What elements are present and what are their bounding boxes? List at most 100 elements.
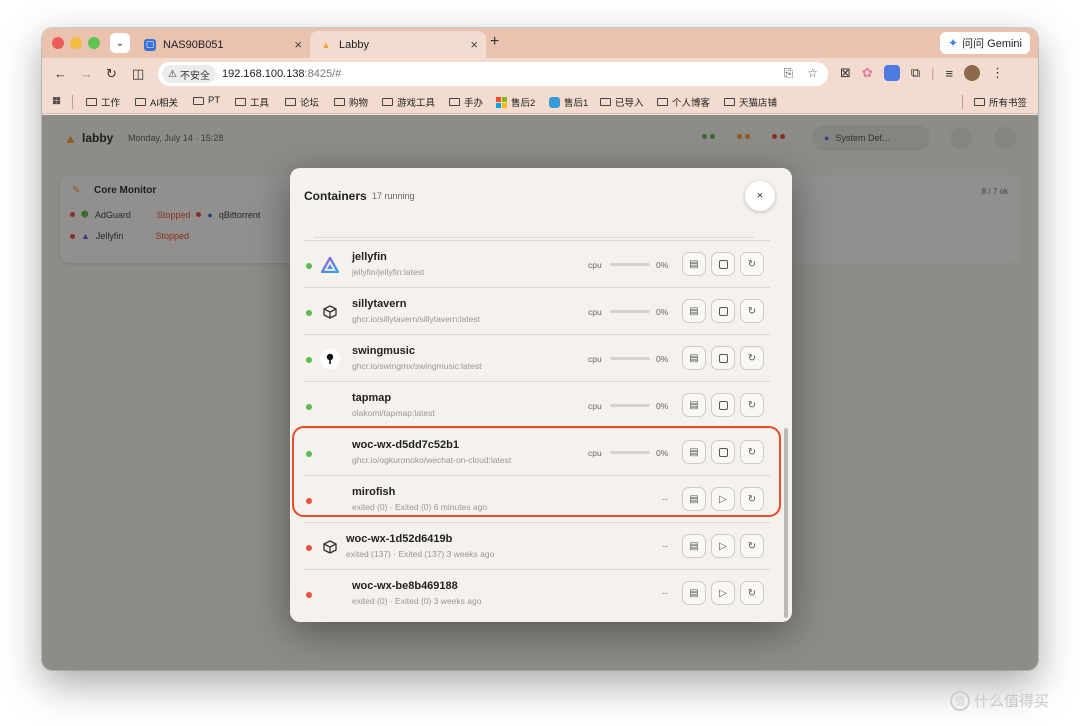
bookmark-folder[interactable]: PT (193, 95, 220, 106)
document-icon: ▤ (689, 540, 699, 552)
bookmark-folder[interactable]: 论坛 (285, 95, 319, 109)
bookmark-label: 手办 (464, 98, 484, 109)
status-dot (306, 545, 312, 551)
extensions-puzzle-icon[interactable]: ⧉ (911, 65, 920, 81)
forward-arrow-icon[interactable]: → (80, 66, 93, 81)
address-bar[interactable]: ⚠ 不安全 192.168.100.138 :8425/# ⎘ ☆ (158, 62, 828, 86)
cpu-label: cpu (588, 307, 602, 317)
container-image: olakomi/tapmap:latest (352, 408, 435, 418)
container-image: ghcr.io/swingmx/swingmusic:latest (352, 361, 482, 371)
document-icon: ▤ (689, 352, 699, 364)
security-chip[interactable]: ⚠ 不安全 (162, 65, 216, 83)
stop-square-icon (718, 306, 728, 316)
restart-icon: ↻ (747, 540, 757, 552)
stop-button[interactable] (711, 252, 735, 276)
bookmark-folder[interactable]: 手办 (449, 95, 483, 109)
stop-button[interactable] (711, 393, 735, 417)
document-icon: ▤ (689, 258, 699, 270)
close-window-button[interactable] (52, 37, 64, 49)
restart-button[interactable]: ↻ (740, 252, 764, 276)
profile-avatar-icon[interactable] (964, 65, 981, 81)
close-tab-icon[interactable]: × (470, 37, 478, 52)
tab-strip: ⌄ ▢ NAS90B051 × ▲ Labby × + ✦ 问问 Gemini (42, 28, 1038, 58)
swingmusic-icon (320, 349, 340, 369)
bookmark-label: 论坛 (300, 98, 320, 109)
scrollbar-thumb[interactable] (784, 428, 788, 618)
close-tab-icon[interactable]: × (294, 37, 302, 52)
restart-button[interactable]: ↻ (740, 346, 764, 370)
restart-button[interactable]: ↻ (740, 534, 764, 558)
all-bookmarks-folder[interactable]: 所有书签 (974, 95, 1027, 109)
bookmark-folder[interactable]: 已导入 (600, 95, 644, 109)
gemini-button[interactable]: ✦ 问问 Gemini (940, 32, 1030, 54)
extension-blue-icon[interactable] (883, 65, 900, 81)
cpu-value: 0% (656, 260, 669, 270)
extension-flower-icon[interactable]: ✿ (862, 65, 873, 81)
extension-x-icon[interactable]: ⊠ (840, 65, 851, 81)
bookmarks-divider (962, 95, 963, 109)
stop-button[interactable] (711, 299, 735, 323)
translate-icon[interactable]: ⎘ (784, 66, 794, 81)
clipped-row (314, 228, 754, 238)
logs-button[interactable]: ▤ (682, 299, 706, 323)
bookmark-folder[interactable]: 工作 (86, 95, 120, 109)
menu-dots-icon[interactable]: ⋮ (991, 65, 1004, 81)
bookmark-folder[interactable]: 个人博客 (657, 95, 710, 109)
logs-button[interactable]: ▤ (682, 393, 706, 417)
bookmark-folder[interactable]: 天猫店铺 (724, 95, 777, 109)
tab-nas[interactable]: ▢ NAS90B051 × (134, 31, 310, 58)
start-button[interactable]: ▷ (711, 534, 735, 558)
container-row: jellyfin jellyfin/jellyfin:latest cpu 0% ▤ ↻ (304, 240, 770, 287)
folder-icon (657, 98, 668, 106)
container-row: tapmap olakomi/tapmap:latest cpu 0% ▤ ↻ (304, 381, 770, 428)
restart-button[interactable]: ↻ (740, 299, 764, 323)
close-modal-button[interactable]: × (745, 181, 775, 211)
status-dot (306, 592, 312, 598)
bookmark-folder[interactable]: 工具 (235, 95, 269, 109)
logs-button[interactable]: ▤ (682, 581, 706, 605)
bookmark-link[interactable]: 售后2 (496, 95, 535, 109)
reading-list-icon[interactable]: ≡ (946, 66, 954, 81)
start-button[interactable]: ▷ (711, 581, 735, 605)
cpu-value: -- (662, 541, 668, 551)
bookmark-folder[interactable]: AI相关 (135, 95, 178, 109)
tab-labby[interactable]: ▲ Labby × (310, 31, 486, 58)
restart-button[interactable]: ↻ (740, 581, 764, 605)
apps-grid-icon[interactable]: ▦ (52, 95, 61, 106)
minimize-window-button[interactable] (70, 37, 82, 49)
stop-button[interactable] (711, 346, 735, 370)
folder-icon (974, 98, 985, 106)
containers-modal: Containers 17 running × jellyfin jellyfin… (290, 168, 792, 622)
running-count: 17 running (372, 191, 415, 201)
container-row: woc-wx-1d52d6419b exited (137) · Exited (… (304, 522, 770, 569)
maximize-window-button[interactable] (88, 37, 100, 49)
cpu-value: 0% (656, 354, 669, 364)
bookmark-folder[interactable]: 购物 (334, 95, 368, 109)
bookmark-label: 已导入 (615, 98, 644, 109)
restart-button[interactable]: ↻ (740, 393, 764, 417)
chevron-down-icon: ⌄ (115, 37, 125, 49)
restart-icon: ↻ (747, 399, 757, 411)
logs-button[interactable]: ▤ (682, 252, 706, 276)
bookmark-label: 工作 (101, 98, 121, 109)
new-tab-button[interactable]: + (490, 33, 499, 51)
restart-icon: ↻ (747, 352, 757, 364)
bookmark-star-icon[interactable]: ☆ (807, 66, 818, 81)
bookmark-folder[interactable]: 游戏工具 (382, 95, 435, 109)
cpu-bar (610, 404, 650, 407)
bookmark-link[interactable]: 售后1 (549, 95, 588, 109)
cpu-value: -- (662, 588, 668, 598)
bookmark-label: AI相关 (150, 98, 178, 109)
labby-flame-icon: ▲ (321, 39, 331, 50)
split-view-icon[interactable]: ◫ (132, 66, 144, 82)
cpu-bar (610, 357, 650, 360)
logs-button[interactable]: ▤ (682, 346, 706, 370)
stop-square-icon (718, 353, 728, 363)
tab-title: NAS90B051 (163, 38, 224, 51)
tab-search-button[interactable]: ⌄ (110, 33, 130, 53)
scrollbar[interactable] (784, 228, 788, 618)
back-arrow-icon[interactable]: ← (54, 66, 67, 81)
toolbar-divider: | (931, 65, 935, 81)
reload-icon[interactable]: ↻ (106, 66, 117, 82)
logs-button[interactable]: ▤ (682, 534, 706, 558)
